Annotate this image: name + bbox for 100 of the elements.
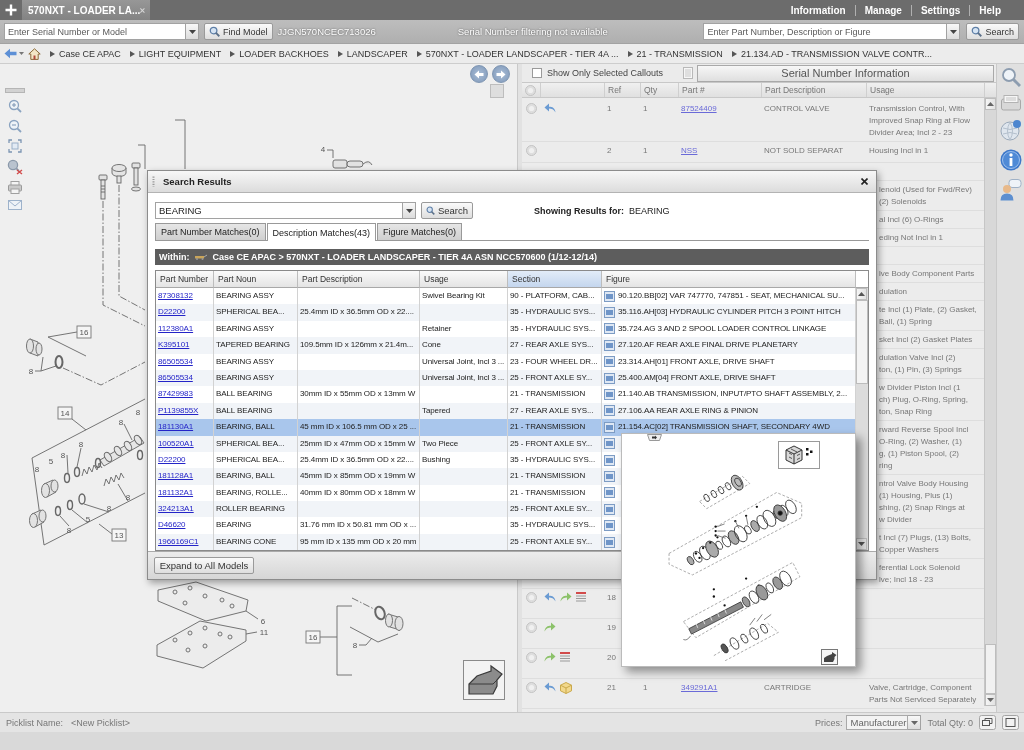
figure-title[interactable]: 27.120.AF REAR AXLE FINAL DRIVE PLANETARY [618, 337, 798, 354]
checkbox-label[interactable]: Show Only Selected Callouts [547, 68, 664, 78]
figure-icon[interactable] [604, 389, 615, 401]
breadcrumb-link[interactable]: 21 - TRANSMISSION [627, 48, 723, 59]
circle-icon[interactable] [526, 592, 537, 603]
figure-icon[interactable] [604, 503, 615, 515]
figure-title[interactable]: 25.400.AM[04] FRONT AXLE, DRIVE SHAFT [618, 369, 776, 387]
column-header[interactable]: Part Number [156, 271, 214, 288]
cube-icon[interactable] [560, 682, 572, 694]
breadcrumb-link[interactable]: 21.134.AD - TRANSMISSION VALVE CONTR... [731, 48, 932, 59]
grip-icon[interactable] [152, 176, 155, 187]
figure-title[interactable]: 90.120.BB[02] VAR 747770, 747851 - SEAT, MECHANICAL SU... [618, 288, 845, 305]
scroll-down-button[interactable] [856, 538, 867, 551]
mail-icon[interactable] [8, 200, 22, 210]
menu-link[interactable]: Help [969, 4, 1010, 16]
list-icon[interactable] [576, 592, 586, 603]
page-icon[interactable] [683, 67, 693, 79]
dropdown-button[interactable] [908, 715, 922, 730]
back-arrow-icon[interactable] [544, 592, 556, 602]
thumbnail[interactable] [778, 441, 820, 469]
table-row[interactable]: D22200 SPHERICAL BEA... 25.4mm ID x 36.5mm OD x 22.... 35 - HYDRAULIC SYS... 35.116.AH[03] HYDRAULIC CYLINDER PITCH 3 POINT HITCH [156, 304, 856, 321]
dropdown-button[interactable] [186, 23, 199, 40]
checkbox[interactable] [532, 68, 542, 78]
figure-icon[interactable] [604, 471, 615, 482]
forward-arrow-icon[interactable] [560, 592, 572, 602]
column-header[interactable]: Part Noun [214, 271, 298, 288]
circle-icon[interactable] [526, 145, 537, 156]
breadcrumb-link[interactable]: Case CE APAC [50, 48, 121, 59]
figure-icon[interactable] [604, 487, 615, 499]
part-number-link[interactable]: 181128A1 [158, 471, 194, 481]
breadcrumb-link[interactable]: 570NXT - LOADER LANDSCAPER - TIER 4A ... [416, 48, 619, 59]
table-row[interactable]: K395101 TAPERED BEARING 109.5mm ID x 126mm x 21.4m... Cone 27 - REAR AXLE SYS... 27.120.AF REAR AXLE FINAL DRIVE PLANETARY [156, 337, 856, 354]
home-icon[interactable] [28, 47, 41, 60]
forward-arrow-icon[interactable] [544, 622, 556, 632]
plus-icon[interactable] [5, 4, 17, 16]
figure-icon[interactable] [604, 421, 615, 433]
part-number-link[interactable]: 1966169C1 [158, 536, 199, 546]
circle-icon[interactable] [526, 682, 537, 693]
caret-icon[interactable] [19, 52, 24, 55]
back-arrow-icon[interactable] [544, 682, 556, 692]
tab[interactable]: Figure Matches(0) [377, 223, 463, 240]
table-row[interactable]: 87429983 BALL BEARING 30mm ID x 55mm OD x 13mm W 21 - TRANSMISSION 21.140.AB TRANSMISSION, INPUT/PTO SHAFT ASSEMBLY, 2... [156, 386, 856, 403]
square-icon[interactable] [490, 84, 504, 98]
next-button[interactable] [492, 65, 510, 83]
column-header[interactable]: Usage [420, 271, 508, 288]
column-header[interactable]: Part Description [298, 271, 420, 288]
search-field[interactable]: BEARING [155, 202, 403, 219]
person-chat-icon[interactable] [999, 179, 1022, 201]
back-arrow-icon[interactable] [4, 48, 17, 59]
menu-link[interactable]: Manage [854, 4, 911, 16]
figure-title[interactable]: 27.106.AA REAR AXLE RING & PINION [618, 402, 758, 420]
serial-info-button[interactable]: Serial Number Information [697, 64, 994, 82]
prices-select[interactable]: Manufacturer [846, 715, 909, 730]
close-icon[interactable] [861, 178, 868, 185]
figure-icon[interactable] [604, 536, 615, 548]
figure-icon[interactable] [604, 438, 615, 450]
search-icon[interactable] [1000, 67, 1021, 87]
handle-icon[interactable] [5, 88, 25, 93]
picklist-name[interactable]: <New Picklist> [71, 717, 131, 728]
figure-icon[interactable] [604, 520, 615, 532]
info-icon[interactable] [999, 149, 1022, 171]
part-number-link[interactable]: D46620 [158, 520, 186, 530]
zoom-in-icon[interactable] [8, 99, 22, 113]
part-number-link[interactable]: 87429983 [158, 389, 193, 399]
circle-icon[interactable] [526, 103, 537, 114]
menu-link[interactable]: Information [781, 4, 855, 16]
breadcrumb-link[interactable]: LANDSCAPER [337, 48, 408, 59]
figure-title[interactable]: 23.314.AH[01] FRONT AXLE, DRIVE SHAFT [618, 353, 775, 370]
figure-title[interactable]: 35.116.AH[03] HYDRAULIC CYLINDER PITCH 3 POINT HITCH [618, 304, 841, 321]
search-button[interactable]: Search [966, 23, 1019, 40]
figure-icon[interactable] [604, 323, 615, 335]
part-number-link[interactable]: 181130A1 [158, 422, 194, 432]
previous-button[interactable] [470, 65, 488, 83]
dropdown-button[interactable] [947, 23, 961, 40]
menu-link[interactable]: Settings [910, 4, 970, 16]
dropdown-button[interactable] [403, 202, 416, 219]
figure-icon[interactable] [604, 454, 615, 466]
maximize-icon[interactable] [1002, 715, 1019, 730]
part-number-link[interactable]: 86505534 [158, 372, 193, 382]
expand-button[interactable]: Expand to All Models [154, 557, 254, 575]
figure-icon[interactable] [604, 372, 615, 384]
figure-title[interactable]: 21.140.AB TRANSMISSION, INPUT/PTO SHAFT ASSEMBLY, 2... [618, 386, 848, 403]
scroll-up-button[interactable] [985, 98, 996, 110]
figure-icon[interactable] [604, 290, 615, 302]
part-number-link[interactable]: 86505534 [158, 356, 193, 366]
globe-icon[interactable] [999, 119, 1022, 141]
part-number-link[interactable]: 349291A1 [681, 683, 718, 692]
circle-icon[interactable] [526, 622, 537, 633]
tab[interactable]: Part Number Matches(0) [155, 223, 266, 240]
part-number-link[interactable]: 100520A1 [158, 438, 194, 448]
scroll-up-button[interactable] [856, 288, 867, 300]
part-number-link[interactable]: NSS [681, 146, 698, 155]
part-number-link[interactable]: D22200 [158, 454, 186, 464]
figure-icon[interactable] [604, 405, 615, 417]
magnifier-cross-icon[interactable] [7, 159, 23, 175]
figure-title[interactable]: 35.724.AG 3 AND 2 SPOOL LOADER CONTROL LINKAGE [618, 320, 827, 338]
part-number-link[interactable]: D22200 [158, 307, 186, 317]
table-row[interactable]: 181130A1 BEARING, BALL 45 mm ID x 106.5 mm OD x 25 ... 21 - TRANSMISSION 21.154.AC[02] TRANSMISSION SHAFT, SECONDARY 4WD [156, 419, 856, 436]
figure-icon[interactable] [604, 339, 615, 351]
list-icon[interactable] [560, 652, 570, 663]
